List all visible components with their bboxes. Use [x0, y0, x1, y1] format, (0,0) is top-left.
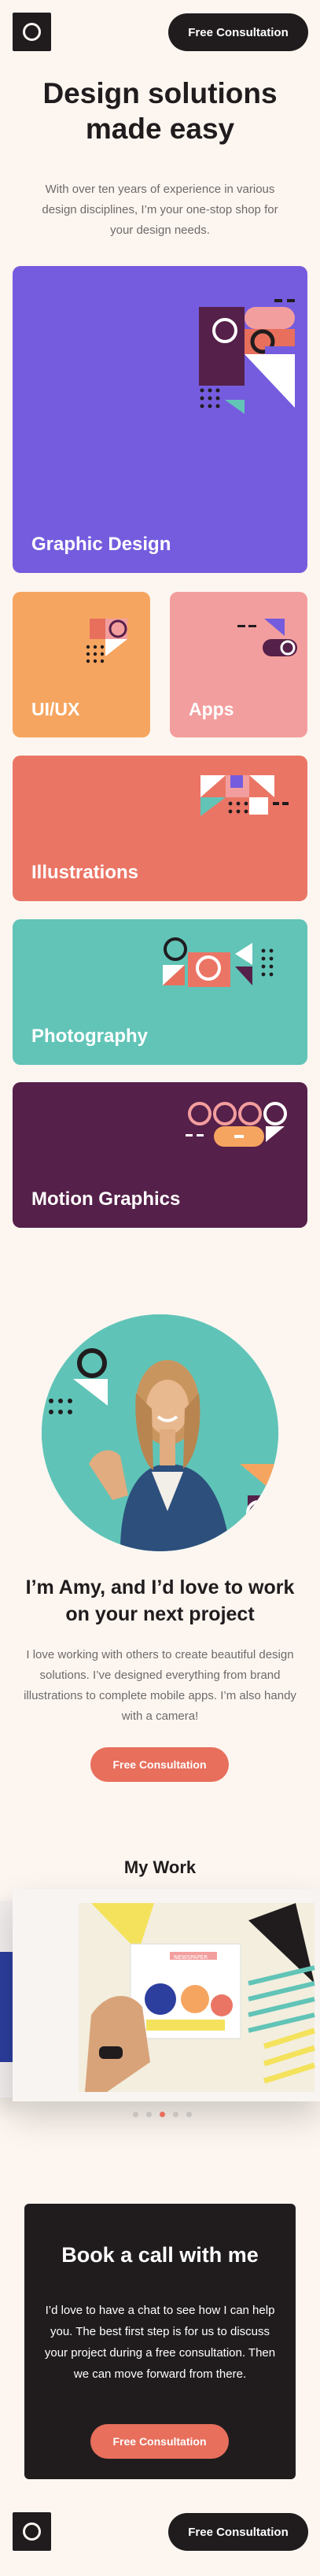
- about-title: I’m Amy, and I’d love to work on your ne…: [25, 1576, 295, 1625]
- footer-logo[interactable]: [13, 2512, 51, 2551]
- service-label: Photography: [31, 1026, 148, 1047]
- photography-art-icon: [163, 937, 274, 987]
- carousel-current-slide[interactable]: NEWSPAPER: [13, 1889, 320, 2101]
- service-label: Illustrations: [31, 862, 139, 883]
- illustrations-art-icon: [200, 775, 289, 816]
- carousel-dot[interactable]: [173, 2112, 178, 2117]
- service-label: UI/UX: [31, 699, 80, 719]
- service-card-illustrations[interactable]: Illustrations: [13, 756, 307, 901]
- graphic-design-art-icon: [199, 299, 295, 414]
- cta-text: I’d love to have a chat to see how I can…: [44, 2304, 276, 2381]
- apps-art-icon: [237, 619, 297, 656]
- service-card-ui-ux[interactable]: UI/UX: [13, 592, 150, 737]
- carousel-dot[interactable]: [133, 2112, 138, 2117]
- hero-title: Design solutions made easy: [42, 77, 278, 145]
- carousel-dot-active[interactable]: [160, 2112, 165, 2117]
- about-consultation-button[interactable]: Free Consultation: [90, 1747, 229, 1782]
- service-card-graphic-design[interactable]: Graphic Design: [13, 266, 307, 573]
- circle-logo-icon: [23, 2522, 41, 2541]
- cta-section: Book a call with me I’d love to have a c…: [24, 2204, 296, 2479]
- carousel-dot[interactable]: [186, 2112, 192, 2117]
- logo[interactable]: [13, 13, 51, 51]
- about-text: I love working with others to create bea…: [24, 1648, 296, 1723]
- newspaper-text: NEWSPAPER: [174, 1954, 208, 1961]
- cta-title: Book a call with me: [61, 2243, 259, 2267]
- service-label: Graphic Design: [31, 534, 171, 555]
- service-label: Apps: [189, 699, 234, 719]
- motion-graphics-art-icon: [186, 1102, 287, 1147]
- work-title: My Work: [123, 1857, 197, 1877]
- carousel-dot[interactable]: [146, 2112, 152, 2117]
- footer-consultation-button[interactable]: Free Consultation: [168, 2513, 308, 2551]
- circle-logo-icon: [23, 23, 41, 41]
- service-card-motion-graphics[interactable]: Motion Graphics: [13, 1082, 307, 1228]
- work-project-image: NEWSPAPER: [79, 1903, 316, 2092]
- cta-consultation-button[interactable]: Free Consultation: [90, 2424, 229, 2459]
- service-card-apps[interactable]: Apps: [170, 592, 307, 737]
- avatar: [42, 1314, 278, 1551]
- hero-text: With over ten years of experience in var…: [42, 183, 278, 237]
- service-card-photography[interactable]: Photography: [13, 919, 307, 1065]
- free-consultation-button[interactable]: Free Consultation: [168, 13, 308, 51]
- carousel-dots: [133, 2112, 192, 2117]
- service-label: Motion Graphics: [31, 1188, 181, 1210]
- portrait-illustration: [42, 1314, 278, 1551]
- ui-ux-art-icon: [86, 619, 127, 663]
